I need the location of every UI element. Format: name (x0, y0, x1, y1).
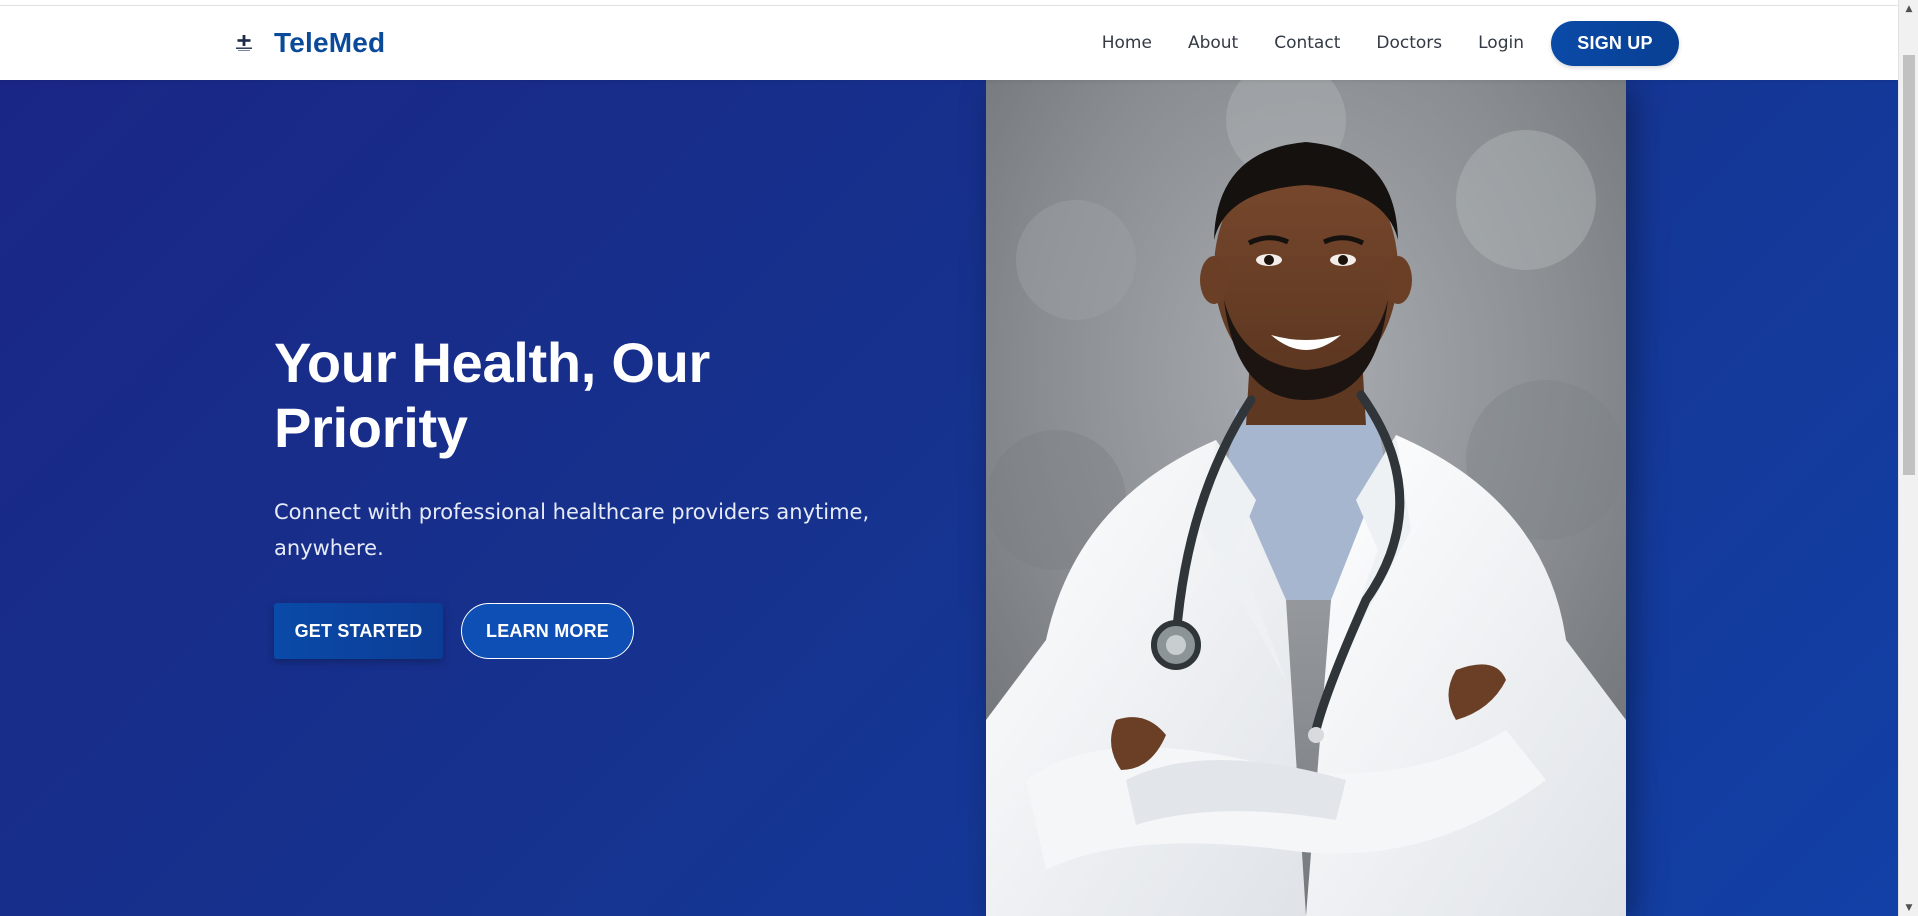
brand-name: TeleMed (274, 27, 386, 58)
nav-link-home[interactable]: Home (1102, 33, 1152, 53)
nav-link-contact[interactable]: Contact (1274, 33, 1340, 53)
doctor-portrait-image (986, 80, 1626, 916)
hero-actions: GET STARTED LEARN MORE (274, 603, 914, 659)
medical-cross-icon (234, 33, 254, 53)
scroll-thumb[interactable] (1903, 55, 1915, 475)
page-scrollbar[interactable]: ▲ ▼ (1898, 0, 1918, 916)
browser-viewport: TeleMed Home About Contact Doctors Login… (0, 0, 1898, 916)
scroll-down-arrow-icon[interactable]: ▼ (1899, 899, 1918, 916)
learn-more-button[interactable]: LEARN MORE (461, 603, 634, 659)
site-header: TeleMed Home About Contact Doctors Login… (0, 6, 1898, 80)
hero-subtitle: Connect with professional healthcare pro… (274, 500, 870, 560)
hero-section: Your Health, Our Priority Connect with p… (0, 80, 1898, 916)
get-started-button[interactable]: GET STARTED (274, 603, 443, 659)
signup-button[interactable]: SIGN UP (1551, 20, 1679, 66)
brand-link[interactable]: TeleMed (234, 26, 385, 60)
scroll-up-arrow-icon[interactable]: ▲ (1899, 0, 1918, 17)
nav-link-login[interactable]: Login (1478, 33, 1524, 53)
nav-link-doctors[interactable]: Doctors (1376, 33, 1442, 53)
hero-title: Your Health, Our Priority (274, 331, 710, 459)
hero-copy: Your Health, Our Priority Connect with p… (274, 330, 914, 659)
main-nav: Home About Contact Doctors Login SIGN UP (1102, 20, 1679, 66)
nav-link-about[interactable]: About (1188, 33, 1238, 53)
